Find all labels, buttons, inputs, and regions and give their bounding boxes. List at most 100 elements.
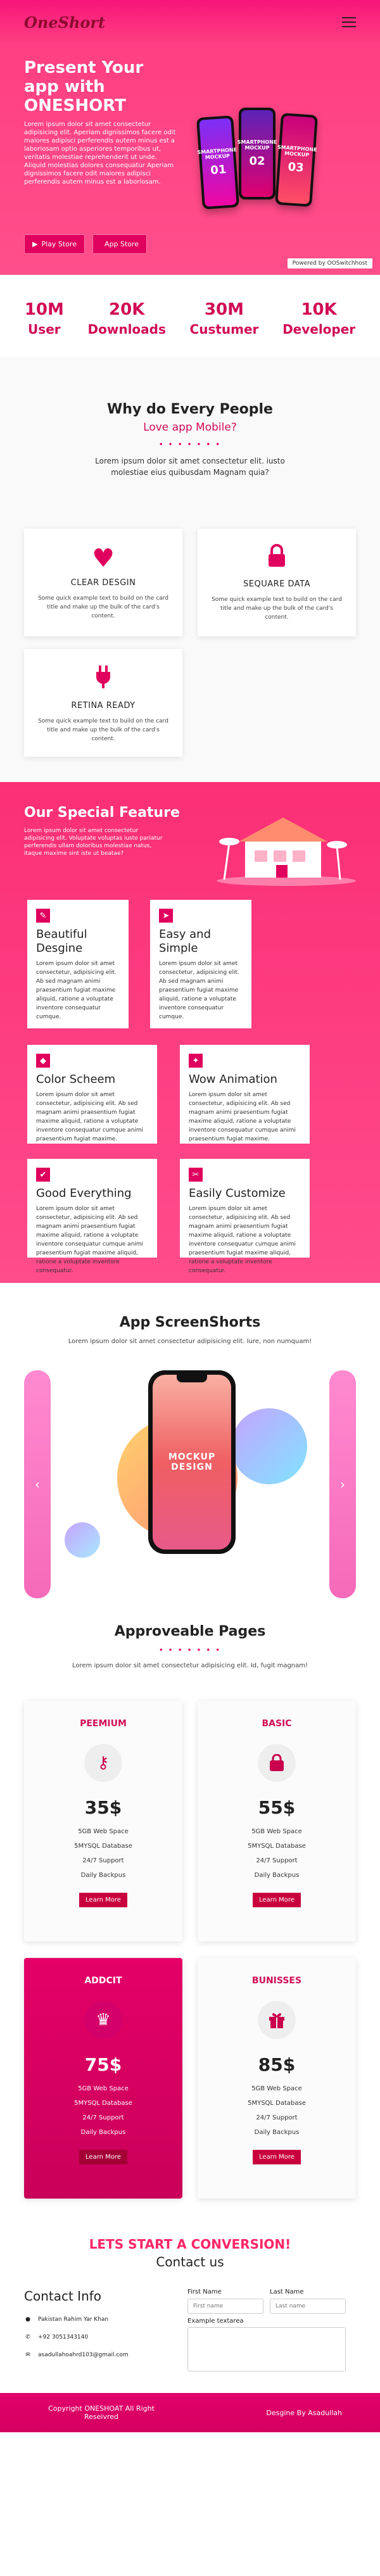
decor-circle [231, 1408, 307, 1484]
special-cards-bottom: ◆ Color Scheem Lorem ipsum dolor sit ame… [24, 1045, 356, 1274]
pricing-title: Approveable Pages [114, 1624, 266, 1639]
footer: Copyright ONESHOAT All Right Reseivred D… [0, 2393, 380, 2432]
dots-divider: • • • • • • • [158, 440, 222, 449]
plan-feature: Daily Backpus [80, 2129, 126, 2136]
iphone-mockup: MOCKUP DESIGN [148, 1370, 236, 1554]
feature-card-title: SEQUARE DATA [243, 579, 310, 589]
special-card-text: Lorem ipsum dolor sit amet consectetur, … [36, 1092, 144, 1142]
phone-number: 03 [287, 160, 305, 175]
stat-item: 10K Developer [282, 300, 355, 357]
price-card: BASIC 55$ 5GB Web Space 5MYSQL Database … [198, 1701, 356, 1941]
special-card: ➤ Easy and Simple Lorem ipsum dolor sit … [150, 900, 251, 1028]
plan-feature: 24/7 Support [82, 2114, 124, 2121]
plan-price: 55$ [258, 1797, 296, 1818]
stats-row: 10M User 20K Downloads 30M Custumer 10K Deve… [0, 275, 380, 357]
learn-more-button[interactable]: Learn More [253, 1893, 301, 1907]
special-card-text: Lorem ipsum dolor sit amet consectetur, … [36, 1206, 144, 1274]
first-name-input[interactable] [187, 2299, 263, 2314]
email-text: asadullahoahrd103@gmail.com [38, 2352, 129, 2358]
dots-divider: • • • • • • • [158, 1646, 222, 1655]
feature-card-title: CLEAR DESGIN [70, 578, 136, 588]
learn-more-button[interactable]: Learn More [79, 2150, 127, 2164]
bag-icon [258, 1744, 296, 1782]
hero-section: Present Your app with ONESHORT Lorem ips… [0, 44, 380, 275]
envelope-icon: ✉ [25, 2352, 30, 2358]
plan-price: 75$ [84, 2054, 122, 2075]
phone-mockup: SMARTPHONE MOCKUP 02 [237, 108, 277, 199]
plan-name: BASIC [262, 1719, 292, 1729]
first-name-label: First Name [187, 2289, 222, 2295]
message-textarea[interactable] [187, 2327, 346, 2371]
thumb-icon: ✔ [36, 1168, 50, 1182]
app-store-button[interactable]: App Store [92, 234, 148, 254]
why-lead: Lorem ipsum dolor sit amet consectetur e… [95, 457, 285, 477]
house-illustration [217, 818, 356, 886]
stat-number: 10K [301, 300, 337, 319]
special-card-title: Easily Customize [189, 1187, 286, 1200]
stat-number: 10M [24, 300, 64, 319]
special-card: ✔ Good Everything Lorem ipsum dolor sit … [27, 1159, 157, 1274]
designer-credit: Desgine By Asadullah [266, 2408, 342, 2417]
chevron-right-icon: › [340, 1477, 345, 1492]
why-title: Why do Every People [107, 401, 273, 417]
plan-feature: 5GB Web Space [78, 2085, 129, 2092]
screenshots-title: App ScreenShorts [119, 1315, 261, 1330]
special-card-text: Lorem ipsum dolor sit amet consectetur, … [159, 961, 239, 1020]
play-store-label: Play Store [41, 240, 77, 248]
special-card: ◆ Color Scheem Lorem ipsum dolor sit ame… [27, 1045, 157, 1144]
plug-icon [35, 664, 171, 696]
contact-info-title: Contact Info [24, 2289, 102, 2304]
special-cards-top: ✎ Beautiful Desgine Lorem ipsum dolor si… [24, 900, 356, 1028]
price-card: BUNISSES 85$ 5GB Web Space 5MYSQL Databa… [198, 1958, 356, 2199]
special-card: ✦ Wow Animation Lorem ipsum dolor sit am… [180, 1045, 310, 1144]
plan-feature: Daily Backpus [80, 1872, 126, 1879]
contact-section: Contact Info ● Pakistan Rahim Yar Khan ✆ +… [0, 2276, 380, 2393]
why-subtitle: Love app Mobile? [143, 421, 237, 434]
tools-icon: ✂ [189, 1168, 203, 1182]
powered-badge[interactable]: Powered by OOSwitchhost [287, 258, 372, 268]
stat-item: 10M User [25, 300, 64, 357]
special-card: ✂ Easily Customize Lorem ipsum dolor sit… [180, 1159, 310, 1274]
stat-label: Developer [282, 322, 356, 337]
feature-card: RETINA READY Some quick example text to … [24, 649, 182, 757]
phone-text: +92 3051343140 [38, 2334, 89, 2340]
pricing-cards: PEEMIUM ⚷ 35$ 5GB Web Space 5MYSQL Datab… [24, 1701, 356, 2199]
pointer-icon: ➤ [159, 909, 173, 923]
last-name-label: Last Name [270, 2289, 304, 2295]
runner-icon: ✦ [189, 1054, 203, 1068]
feature-card-title: RETINA READY [71, 701, 136, 710]
plan-feature: 5MYSQL Database [74, 1843, 132, 1850]
play-store-button[interactable]: ▶ Play Store [24, 234, 85, 254]
phone-text: SMARTPHONE [237, 139, 277, 145]
last-name-input[interactable] [270, 2299, 346, 2314]
plan-feature: Daily Backpus [254, 2129, 300, 2136]
contact-form: First Name Last Name Example textarea [163, 2289, 356, 2374]
learn-more-button[interactable]: Learn More [79, 1893, 127, 1907]
plan-name: BUNISSES [251, 1976, 302, 1986]
contact-phone[interactable]: ✆ +92 3051343140 [24, 2334, 163, 2340]
special-card-text: Lorem ipsum dolor sit amet consectetur, … [189, 1092, 296, 1142]
cta-section: LETS START A CONVERSION! Contact us [0, 2224, 380, 2276]
special-feature-section: Our Special Feature Lorem ipsum dolor si… [0, 782, 380, 1283]
special-card-text: Lorem ipsum dolor sit amet consectetur, … [36, 961, 117, 1020]
hero-description: Lorem ipsum dolor sit amet consectetur a… [24, 121, 176, 186]
header: OneShort [0, 0, 380, 44]
contact-email[interactable]: ✉ asadullahoahrd103@gmail.com [24, 2352, 163, 2358]
plan-feature: Daily Backpus [254, 1872, 300, 1879]
phone-text: MOCKUP [205, 153, 231, 161]
feature-card-text: Some quick example text to build on the … [38, 718, 168, 742]
special-card-title: Beautiful Desgine [36, 928, 87, 955]
carousel-next-button[interactable]: › [329, 1370, 356, 1598]
plan-feature: 24/7 Support [256, 2114, 298, 2121]
chevron-left-icon: ‹ [35, 1477, 40, 1492]
hamburger-icon[interactable] [342, 17, 356, 27]
carousel-prev-button[interactable]: ‹ [24, 1370, 51, 1598]
special-card-title: Wow Animation [189, 1073, 277, 1086]
site-logo[interactable]: OneShort [24, 13, 105, 32]
mockup-label: MOCKUP DESIGN [168, 1452, 216, 1472]
plan-feature: 5MYSQL Database [74, 2100, 132, 2107]
learn-more-button[interactable]: Learn More [253, 2150, 301, 2164]
stat-item: 20K Downloads [88, 300, 166, 357]
phone-number: 01 [210, 163, 227, 177]
textarea-field: Example textarea [187, 2318, 356, 2374]
